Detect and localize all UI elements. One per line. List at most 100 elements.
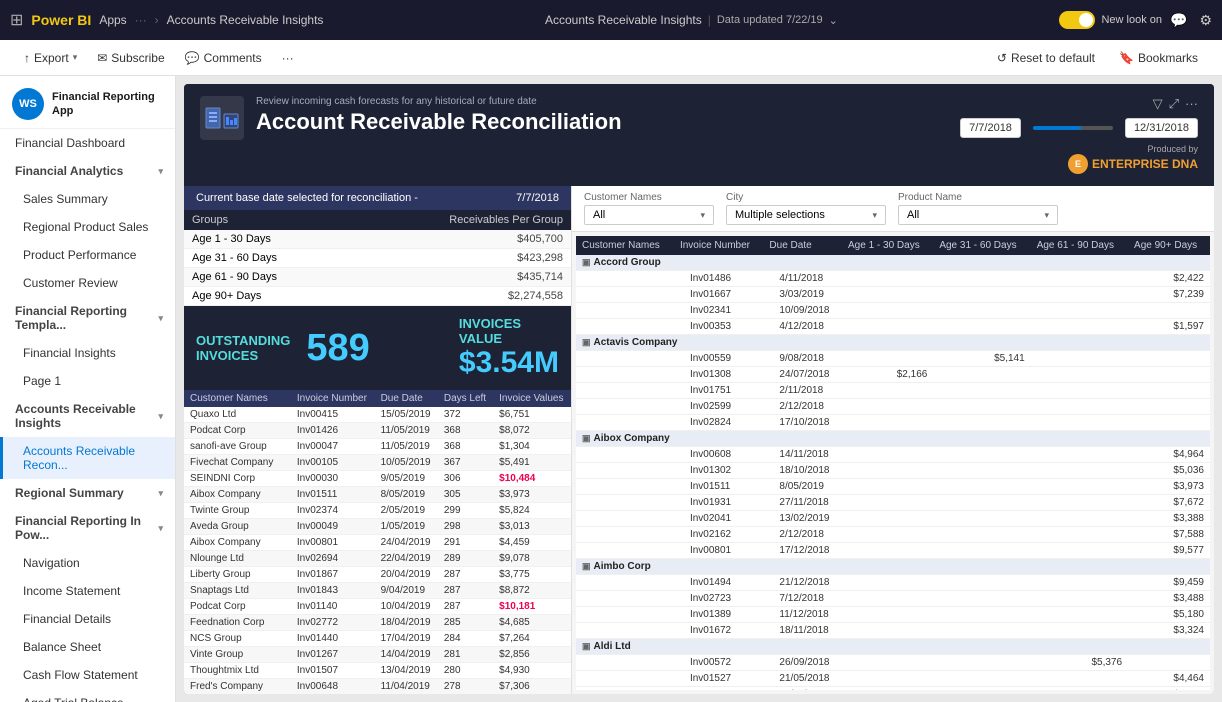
rec-invoice: Inv01667 [674,287,763,303]
rec-col-invoice: Invoice Number [674,236,763,255]
sidebar-item-cash-flow-statement[interactable]: Cash Flow Statement [0,661,175,689]
rec-due: 17/12/2018 [763,543,842,559]
sidebar-item-product-performance[interactable]: Product Performance [0,241,175,269]
new-look-toggle-container: New look on [1059,11,1162,29]
right-panel: Customer Names All ▾ City Multiple selec… [572,186,1214,694]
group-row[interactable]: ▣Actavis Company [576,335,1210,351]
export-button[interactable]: ↑ Export ▾ [16,47,85,69]
date-slider[interactable] [1033,126,1113,130]
rec-a4: $3,488 [1128,591,1210,607]
detail-value: $8,072 [493,423,571,439]
sidebar-item-accounts-receivable-recon[interactable]: Accounts Receivable Recon... [0,437,175,479]
filter-icon[interactable]: ▽ [1153,96,1163,112]
bookmarks-button[interactable]: 🔖 Bookmarks [1111,47,1206,69]
expand-icon[interactable]: ⤢ [1169,96,1179,112]
customer-filter-group: Customer Names All ▾ [584,192,714,225]
detail-due: 13/04/2019 [375,663,438,679]
data-update: Data updated 7/22/19 [717,14,823,26]
city-filter-select[interactable]: Multiple selections ▾ [726,205,886,225]
sidebar-item-financial-details[interactable]: Financial Details [0,605,175,633]
rec-due: 10/09/2018 [763,303,842,319]
group-row[interactable]: ▣Aldi Ltd [576,639,1210,655]
rec-customer [576,415,674,431]
expand-icon: ▣ [582,257,591,267]
table-row: Aibox Company Inv01511 8/05/2019 305 $3,… [184,487,571,503]
report-area: Review incoming cash forecasts for any h… [176,76,1222,702]
detail-invoice: Inv01426 [291,423,375,439]
detail-value: $4,930 [493,663,571,679]
sidebar-item-accounts-receivable-insights[interactable]: Accounts Receivable Insights ▾ [0,395,175,437]
city-filter-label: City [726,192,886,203]
detail-due: 2/05/2019 [375,503,438,519]
sidebar-item-financial-insights[interactable]: Financial Insights [0,339,175,367]
detail-invoice: Inv00049 [291,519,375,535]
sidebar-item-page-1[interactable]: Page 1 [0,367,175,395]
sidebar-item-regional-product-sales[interactable]: Regional Product Sales [0,213,175,241]
chat-icon[interactable]: 💬 [1170,12,1187,29]
date-to-box[interactable]: 12/31/2018 [1125,118,1198,138]
group-expand[interactable]: ▣Actavis Company [576,335,1210,351]
sidebar-item-label: Income Statement [23,584,120,598]
sidebar-item-financial-dashboard[interactable]: Financial Dashboard [0,129,175,157]
sidebar-item-label: Navigation [23,556,80,570]
detail-invoice: Inv00105 [291,455,375,471]
group-row[interactable]: ▣Aimbo Corp [576,559,1210,575]
detail-value: $4,685 [493,615,571,631]
value-invoices-label: INVOICES [459,316,559,331]
more-options-icon[interactable]: ··· [1185,96,1198,112]
rec-col-a3: Age 61 - 90 Days [1031,236,1128,255]
rec-a3 [1031,463,1128,479]
report-header-left: Review incoming cash forecasts for any h… [200,96,622,140]
new-look-toggle[interactable] [1059,11,1095,29]
sidebar-item-aged-trial-balance[interactable]: Aged Trial Balance [0,689,175,702]
sidebar-item-label: Balance Sheet [23,640,101,654]
table-row: NCS Group Inv01440 17/04/2019 284 $7,264 [184,631,571,647]
sidebar-item-income-statement[interactable]: Income Statement [0,577,175,605]
rec-invoice: Inv02341 [674,303,763,319]
detail-customer: Liberty Group [184,567,291,583]
rec-a2 [933,399,1030,415]
more-button[interactable]: ··· [274,47,302,69]
sidebar-item-regional-summary[interactable]: Regional Summary ▾ [0,479,175,507]
rec-invoice: Inv01494 [674,575,763,591]
table-row: Aibox Company Inv00801 24/04/2019 291 $4… [184,535,571,551]
sidebar-item-balance-sheet[interactable]: Balance Sheet [0,633,175,661]
topbar-apps[interactable]: Apps [99,13,126,27]
date-from-box[interactable]: 7/7/2018 [960,118,1021,138]
expand-icon: ▣ [582,641,591,651]
data-update-chevron[interactable]: ⌄ [829,14,838,27]
sidebar-item-financial-analytics[interactable]: Financial Analytics ▾ [0,157,175,185]
group-expand[interactable]: ▣Aldi Ltd [576,639,1210,655]
product-filter-select[interactable]: All ▾ [898,205,1058,225]
group-expand[interactable]: ▣Accord Group [576,255,1210,271]
rec-a4: $7,239 [1128,287,1210,303]
detail-table-wrapper[interactable]: Customer Names Invoice Number Due Date D… [184,390,571,694]
list-item: Inv01511 8/05/2019 $3,973 [576,479,1210,495]
receivables-table-wrapper[interactable]: Customer Names Invoice Number Due Date A… [576,236,1210,690]
sidebar-item-navigation[interactable]: Navigation [0,549,175,577]
rec-invoice: Inv01607 [674,687,763,691]
detail-due: 10/04/2019 [375,599,438,615]
list-item: Inv01302 18/10/2018 $5,036 [576,463,1210,479]
rec-a2 [933,271,1030,287]
sidebar-item-financial-reporting-in-pow[interactable]: Financial Reporting In Pow... ▾ [0,507,175,549]
rec-a4 [1128,367,1210,383]
settings-icon[interactable]: ⚙ [1199,12,1212,29]
group-value: $435,714 [353,268,571,287]
subscribe-button[interactable]: ✉ Subscribe [89,47,172,69]
reset-button[interactable]: ↺ Reset to default [989,47,1103,69]
rec-customer [576,399,674,415]
group-row[interactable]: ▣Aibox Company [576,431,1210,447]
comments-button[interactable]: 💬 Comments [177,47,270,69]
sidebar-item-sales-summary[interactable]: Sales Summary [0,185,175,213]
group-row[interactable]: ▣Accord Group [576,255,1210,271]
sidebar-item-customer-review[interactable]: Customer Review [0,269,175,297]
customer-filter-select[interactable]: All ▾ [584,205,714,225]
detail-value: $3,013 [493,519,571,535]
group-expand[interactable]: ▣Aibox Company [576,431,1210,447]
grid-icon[interactable]: ⊞ [10,10,23,30]
sidebar-item-financial-reporting-templates[interactable]: Financial Reporting Templa... ▾ [0,297,175,339]
group-expand[interactable]: ▣Aimbo Corp [576,559,1210,575]
detail-days: 284 [438,631,493,647]
detail-customer: sanofi-ave Group [184,439,291,455]
